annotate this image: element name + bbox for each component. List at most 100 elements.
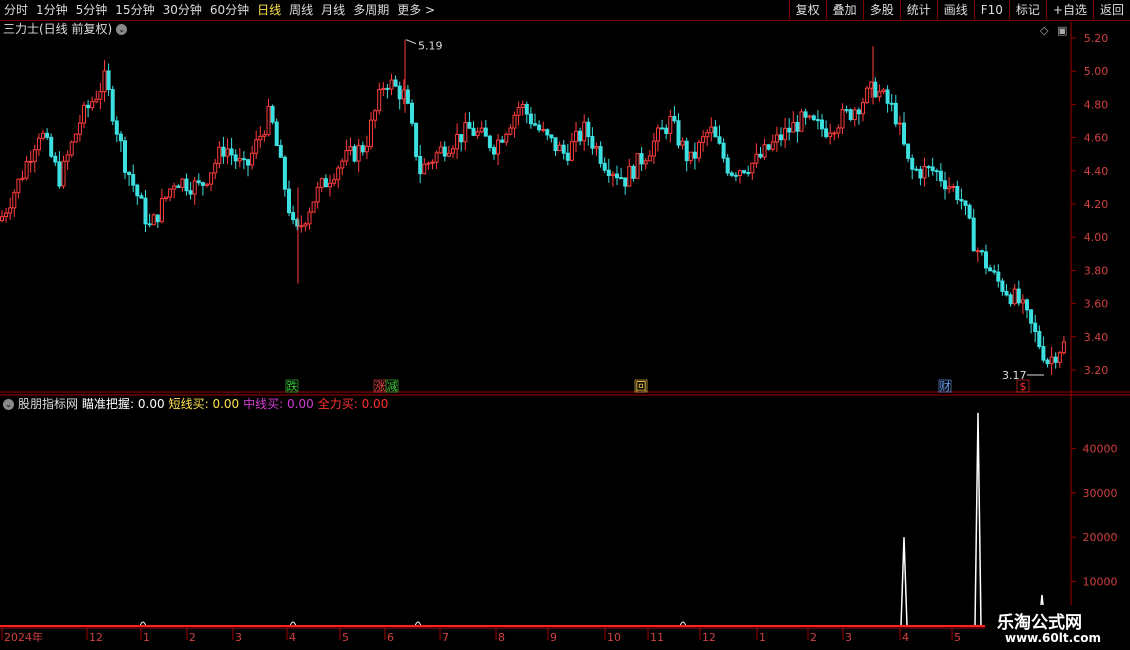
candle-body bbox=[627, 165, 632, 187]
candle-body bbox=[1000, 280, 1005, 292]
candle-body bbox=[742, 170, 747, 174]
candle-body bbox=[1033, 322, 1038, 333]
candle-body bbox=[1025, 299, 1029, 311]
candle-body bbox=[172, 185, 177, 190]
candle-body bbox=[229, 148, 234, 156]
candle-body bbox=[738, 170, 742, 176]
candle-body bbox=[692, 151, 697, 159]
candle-body bbox=[135, 184, 140, 197]
candle-body bbox=[824, 128, 829, 138]
candle-body bbox=[188, 190, 193, 195]
candle-body bbox=[803, 111, 808, 118]
candle-body bbox=[32, 149, 37, 162]
candle-body bbox=[303, 223, 308, 227]
candle-body bbox=[881, 89, 886, 93]
candle-body bbox=[733, 174, 738, 177]
event-marker[interactable]: 跌 bbox=[287, 379, 298, 393]
candle-body bbox=[992, 270, 997, 273]
candle-body bbox=[791, 121, 796, 133]
event-marker[interactable]: 财 bbox=[940, 379, 951, 393]
candle-body bbox=[984, 251, 988, 269]
candle-body bbox=[565, 152, 570, 161]
candle-body bbox=[660, 127, 665, 130]
candle-body bbox=[705, 132, 710, 138]
candle-body bbox=[955, 185, 960, 201]
candles-group: 5.193.17跌涨减回财 $ bbox=[0, 39, 1066, 393]
date-label: 2 bbox=[189, 631, 196, 644]
candle-body bbox=[266, 105, 271, 136]
candle-body bbox=[90, 101, 95, 109]
candle-body bbox=[414, 122, 419, 157]
site-watermark: 乐淘公式网 www.60lt.com bbox=[985, 605, 1130, 650]
chevron-down-icon[interactable]: ⌄ bbox=[3, 398, 14, 410]
indicator-group: 40000 30000 20000 10000 bbox=[0, 412, 1118, 627]
candle-body bbox=[352, 146, 357, 162]
candle-body bbox=[574, 130, 578, 143]
candle-body bbox=[746, 172, 751, 175]
price-label: 4.20 bbox=[1084, 198, 1109, 211]
candle-body bbox=[426, 162, 431, 165]
candle-body bbox=[914, 168, 919, 171]
candle-body bbox=[475, 131, 480, 136]
candle-body bbox=[963, 200, 968, 206]
candle-body bbox=[57, 161, 62, 187]
indicator-spike bbox=[974, 412, 982, 627]
candle-body bbox=[635, 153, 640, 179]
candle-body bbox=[902, 122, 906, 145]
candle-body bbox=[159, 198, 164, 223]
date-label: 10 bbox=[607, 631, 621, 644]
candle-body bbox=[110, 89, 115, 122]
candle-body bbox=[1029, 309, 1034, 324]
diamond-icon[interactable]: ◇ bbox=[1040, 24, 1049, 37]
candle-body bbox=[123, 140, 127, 173]
price-label: 4.00 bbox=[1084, 231, 1109, 244]
date-label: 7 bbox=[442, 631, 449, 644]
candle-body bbox=[606, 169, 611, 177]
indicator-value-3: 全力买: 0.00 bbox=[317, 397, 389, 411]
candle-body bbox=[701, 136, 706, 143]
window-icon[interactable]: ▣ bbox=[1057, 24, 1067, 37]
date-label: 1 bbox=[143, 631, 150, 644]
candle-body bbox=[598, 146, 603, 164]
event-marker[interactable]: 减 bbox=[387, 380, 398, 393]
event-marker[interactable]: 涨 bbox=[375, 380, 386, 393]
candle-body bbox=[844, 109, 849, 112]
event-marker[interactable]: 回 bbox=[636, 380, 647, 393]
candle-body bbox=[1053, 356, 1058, 363]
candle-body bbox=[1057, 352, 1062, 363]
candle-body bbox=[164, 196, 168, 200]
date-label: 5 bbox=[342, 631, 349, 644]
candle-body bbox=[971, 217, 976, 252]
candle-body bbox=[856, 109, 861, 115]
candle-body bbox=[861, 102, 865, 115]
candle-body bbox=[586, 121, 591, 137]
candle-body bbox=[61, 160, 66, 187]
candle-body bbox=[729, 172, 734, 176]
candle-body bbox=[885, 89, 890, 104]
candle-body bbox=[1016, 288, 1021, 304]
candle-body bbox=[479, 127, 484, 133]
candle-body bbox=[487, 135, 492, 149]
candle-body bbox=[332, 179, 337, 184]
candle-body bbox=[340, 160, 345, 169]
candle-body bbox=[369, 119, 373, 147]
candle-body bbox=[713, 126, 718, 138]
candle-body bbox=[24, 160, 29, 179]
candle-body bbox=[459, 133, 464, 143]
candle-body bbox=[385, 87, 390, 90]
candle-body bbox=[438, 146, 443, 154]
candle-body bbox=[631, 165, 636, 179]
candle-body bbox=[192, 180, 197, 195]
candle-body bbox=[69, 141, 74, 156]
candle-body bbox=[676, 120, 681, 146]
date-label: 2 bbox=[810, 631, 817, 644]
candle-body bbox=[524, 104, 529, 115]
candle-body bbox=[143, 197, 148, 225]
candle-body bbox=[811, 115, 816, 121]
event-marker[interactable]: $ bbox=[1020, 380, 1027, 393]
price-label: 4.40 bbox=[1084, 165, 1109, 178]
candle-body bbox=[1041, 346, 1046, 361]
candle-body bbox=[832, 132, 837, 135]
candle-body bbox=[106, 70, 111, 91]
candle-body bbox=[250, 152, 255, 166]
